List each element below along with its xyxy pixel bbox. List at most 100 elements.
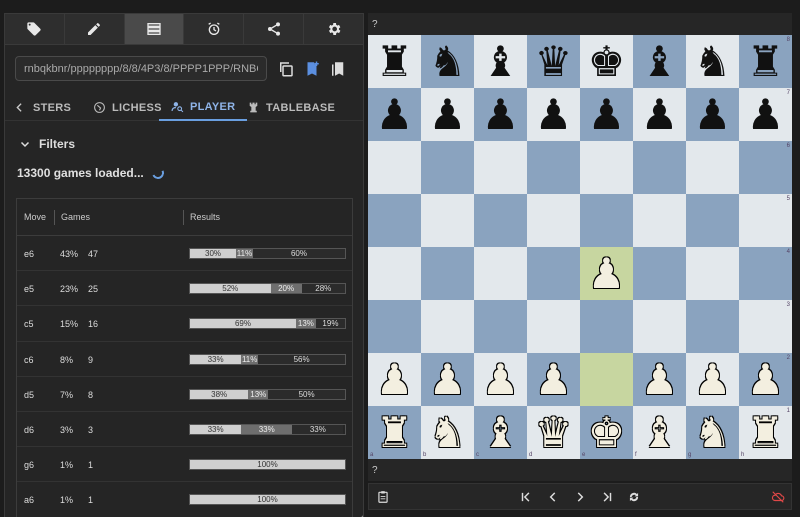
square-d6[interactable] <box>527 141 580 194</box>
square-g1[interactable]: g ♞ <box>686 406 739 459</box>
black-king-icon[interactable]: ♚ <box>588 40 626 83</box>
black-rook-icon[interactable]: ♜ <box>376 40 414 83</box>
square-c8[interactable]: ♝ <box>474 35 527 88</box>
fen-input[interactable] <box>15 56 267 81</box>
square-f2[interactable]: ♟ <box>633 353 686 406</box>
square-b8[interactable]: ♞ <box>421 35 474 88</box>
square-h6[interactable]: 6 <box>739 141 792 194</box>
filters-toggle[interactable]: Filters <box>19 137 75 151</box>
square-b7[interactable]: ♟ <box>421 88 474 141</box>
square-e8[interactable]: ♚ <box>580 35 633 88</box>
table-row[interactable]: c5 15% 16 69% 13% 19% <box>17 306 352 342</box>
square-g8[interactable]: ♞ <box>686 35 739 88</box>
black-pawn-icon[interactable]: ♟ <box>429 93 467 136</box>
table-row[interactable]: d5 7% 8 38% 13% 50% <box>17 377 352 412</box>
square-f8[interactable]: ♝ <box>633 35 686 88</box>
next-move-button[interactable] <box>571 488 589 506</box>
tab-masters[interactable]: STERS <box>33 94 71 121</box>
square-g5[interactable] <box>686 194 739 247</box>
square-a2[interactable]: ♟ <box>368 353 421 406</box>
white-pawn-icon[interactable]: ♟ <box>588 252 626 295</box>
square-g2[interactable]: ♟ <box>686 353 739 406</box>
clock-button[interactable] <box>184 14 245 44</box>
table-row[interactable]: d6 3% 3 33% 33% 33% <box>17 412 352 448</box>
cloud-sync-button[interactable] <box>769 488 787 506</box>
table-row[interactable]: e6 43% 47 30% 11% 60% <box>17 236 352 272</box>
black-pawn-icon[interactable]: ♟ <box>747 93 785 136</box>
black-rook-icon[interactable]: ♜ <box>747 40 785 83</box>
square-c7[interactable]: ♟ <box>474 88 527 141</box>
white-pawn-icon[interactable]: ♟ <box>641 358 679 401</box>
white-pawn-icon[interactable]: ♟ <box>482 358 520 401</box>
flip-board-button[interactable] <box>625 488 643 506</box>
square-h5[interactable]: 5 <box>739 194 792 247</box>
clipboard-button[interactable] <box>374 488 392 506</box>
tab-lichess[interactable]: LICHESS <box>93 94 162 121</box>
table-row[interactable]: a6 1% 1 100% <box>17 482 352 517</box>
table-row[interactable]: c6 8% 9 33% 11% 56% <box>17 342 352 377</box>
resize-handle-icon[interactable] <box>357 512 364 517</box>
edit-button[interactable] <box>65 14 125 44</box>
square-a5[interactable] <box>368 194 421 247</box>
square-h8[interactable]: 8 ♜ <box>739 35 792 88</box>
square-e4[interactable]: ♟ <box>580 247 633 300</box>
square-b4[interactable] <box>421 247 474 300</box>
square-h2[interactable]: 2 ♟ <box>739 353 792 406</box>
black-pawn-icon[interactable]: ♟ <box>535 93 573 136</box>
square-d5[interactable] <box>527 194 580 247</box>
black-pawn-icon[interactable]: ♟ <box>376 93 414 136</box>
square-f6[interactable] <box>633 141 686 194</box>
copy-fen-button[interactable] <box>277 60 295 78</box>
bookmarks-button[interactable] <box>329 60 347 78</box>
white-bishop-icon[interactable]: ♝ <box>641 411 679 454</box>
square-c4[interactable] <box>474 247 527 300</box>
white-bishop-icon[interactable]: ♝ <box>482 411 520 454</box>
square-h7[interactable]: 7 ♟ <box>739 88 792 141</box>
square-c6[interactable] <box>474 141 527 194</box>
previous-move-button[interactable] <box>544 488 562 506</box>
square-a6[interactable] <box>368 141 421 194</box>
header-games[interactable]: Games <box>54 210 90 225</box>
black-knight-icon[interactable]: ♞ <box>694 40 732 83</box>
header-move[interactable]: Move <box>18 210 46 225</box>
white-rook-icon[interactable]: ♜ <box>747 411 785 454</box>
black-pawn-icon[interactable]: ♟ <box>482 93 520 136</box>
square-h1[interactable]: 1 h ♜ <box>739 406 792 459</box>
white-rook-icon[interactable]: ♜ <box>376 411 414 454</box>
square-a4[interactable] <box>368 247 421 300</box>
white-pawn-icon[interactable]: ♟ <box>376 358 414 401</box>
square-a1[interactable]: a ♜ <box>368 406 421 459</box>
black-pawn-icon[interactable]: ♟ <box>641 93 679 136</box>
square-d3[interactable] <box>527 300 580 353</box>
square-g6[interactable] <box>686 141 739 194</box>
square-e3[interactable] <box>580 300 633 353</box>
white-pawn-icon[interactable]: ♟ <box>535 358 573 401</box>
black-pawn-icon[interactable]: ♟ <box>588 93 626 136</box>
black-bishop-icon[interactable]: ♝ <box>482 40 520 83</box>
white-king-icon[interactable]: ♚ <box>588 411 626 454</box>
square-h4[interactable]: 4 <box>739 247 792 300</box>
square-f5[interactable] <box>633 194 686 247</box>
square-g3[interactable] <box>686 300 739 353</box>
first-move-button[interactable] <box>517 488 535 506</box>
square-f3[interactable] <box>633 300 686 353</box>
tab-tablebase[interactable]: TABLEBASE <box>247 94 335 121</box>
header-results[interactable]: Results <box>183 210 220 225</box>
square-d8[interactable]: ♛ <box>527 35 580 88</box>
square-e6[interactable] <box>580 141 633 194</box>
square-b3[interactable] <box>421 300 474 353</box>
database-button[interactable] <box>124 14 185 44</box>
square-c1[interactable]: c ♝ <box>474 406 527 459</box>
square-a7[interactable]: ♟ <box>368 88 421 141</box>
square-c5[interactable] <box>474 194 527 247</box>
tab-player[interactable]: PLAYER <box>159 94 248 121</box>
settings-button[interactable] <box>304 14 363 44</box>
square-b1[interactable]: b ♞ <box>421 406 474 459</box>
square-h3[interactable]: 3 <box>739 300 792 353</box>
square-c2[interactable]: ♟ <box>474 353 527 406</box>
square-a8[interactable]: ♜ <box>368 35 421 88</box>
white-pawn-icon[interactable]: ♟ <box>429 358 467 401</box>
black-bishop-icon[interactable]: ♝ <box>641 40 679 83</box>
square-f7[interactable]: ♟ <box>633 88 686 141</box>
last-move-button[interactable] <box>598 488 616 506</box>
